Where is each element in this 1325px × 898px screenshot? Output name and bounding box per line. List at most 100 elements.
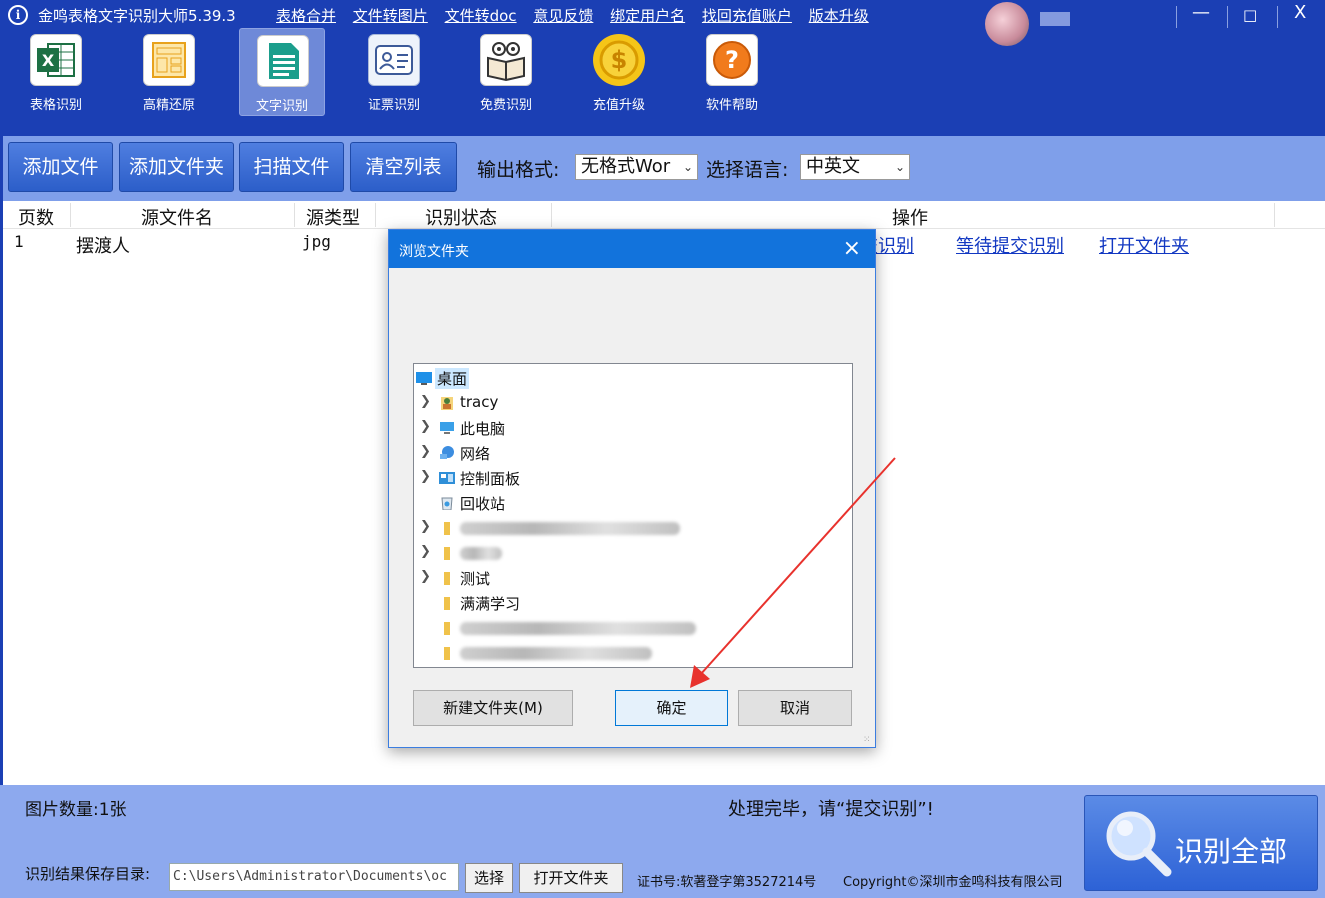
- scan-file-button[interactable]: 扫描文件: [239, 142, 344, 192]
- tool-recharge[interactable]: $ 充值升级: [576, 28, 662, 116]
- tool-help[interactable]: ? 软件帮助: [689, 28, 775, 116]
- save-dir-input[interactable]: C:\Users\Administrator\Documents\oc: [169, 863, 459, 891]
- certificate-number: 证书号:软著登字第3527214号: [637, 875, 817, 890]
- output-format-value: 无格式Wor: [581, 156, 671, 177]
- tree-item-label: 控制面板: [460, 470, 521, 488]
- tree-item-label: 测试: [460, 570, 491, 588]
- link-table-merge[interactable]: 表格合并: [276, 7, 336, 25]
- tool-certificate-recognition[interactable]: 证票识别: [351, 28, 437, 116]
- chevron-right-icon[interactable]: ❯: [420, 419, 431, 434]
- column-divider[interactable]: [1274, 203, 1275, 227]
- tool-high-precision[interactable]: 高精还原: [126, 28, 212, 116]
- chevron-right-icon[interactable]: ❯: [420, 394, 431, 409]
- open-save-folder-button[interactable]: 打开文件夹: [519, 863, 623, 893]
- browse-folder-dialog[interactable]: 浏览文件夹 × 桌面 ❯ tracy ❯ 此电脑 ❯ 网络 ❯ 控制面板 回收站…: [388, 229, 876, 748]
- tree-item-folder-blurred[interactable]: ❯: [414, 541, 852, 565]
- cancel-button[interactable]: 取消: [738, 690, 852, 726]
- column-header-page[interactable]: 页数: [18, 204, 54, 230]
- app-title: 金鸣表格文字识别大师5.39.3: [38, 7, 236, 25]
- recognize-all-label: 识别全部: [1175, 835, 1288, 868]
- chevron-right-icon[interactable]: ❯: [420, 519, 431, 534]
- language-select[interactable]: 中英文 ⌄: [800, 154, 910, 180]
- app-header: i 金鸣表格文字识别大师5.39.3 表格合并 文件转图片 文件转doc 意见反…: [0, 0, 1325, 136]
- ok-button[interactable]: 确定: [615, 690, 728, 726]
- blurred-label: [460, 522, 680, 535]
- control-panel-icon: [439, 472, 455, 484]
- dialog-title-bar[interactable]: 浏览文件夹 ×: [389, 230, 875, 268]
- tree-item-folder-blurred[interactable]: ❯: [414, 516, 852, 540]
- tree-item-study[interactable]: 满满学习: [414, 591, 852, 615]
- column-header-filename[interactable]: 源文件名: [141, 204, 213, 230]
- column-divider[interactable]: [294, 203, 295, 227]
- chevron-right-icon[interactable]: ❯: [420, 444, 431, 459]
- choose-dir-button[interactable]: 选择: [465, 863, 513, 893]
- tree-item-recycle-bin[interactable]: 回收站: [414, 491, 852, 515]
- tree-item-label: 桌面: [435, 368, 470, 389]
- clear-list-button[interactable]: 清空列表: [350, 142, 457, 192]
- link-file-to-doc[interactable]: 文件转doc: [445, 7, 517, 25]
- chevron-right-icon[interactable]: ❯: [420, 544, 431, 559]
- tree-item-test[interactable]: ❯ 测试: [414, 566, 852, 590]
- tree-item-folder-blurred[interactable]: [414, 641, 852, 665]
- status-message: 处理完毕，请“提交识别”!: [728, 799, 934, 820]
- link-feedback[interactable]: 意见反馈: [533, 7, 593, 25]
- waiting-submit-link[interactable]: 等待提交识别: [956, 232, 1064, 258]
- tool-free-recognition[interactable]: 免费识别: [463, 28, 549, 116]
- recycle-bin-icon: [441, 497, 453, 510]
- dialog-close-icon[interactable]: ×: [843, 236, 861, 261]
- maximize-button[interactable]: □: [1243, 6, 1257, 24]
- tree-item-folder-blurred[interactable]: [414, 616, 852, 640]
- window-separator: [1176, 6, 1177, 28]
- folder-tree[interactable]: 桌面 ❯ tracy ❯ 此电脑 ❯ 网络 ❯ 控制面板 回收站 ❯ ❯ ❯ 测…: [413, 363, 853, 668]
- app-info-icon[interactable]: i: [8, 5, 28, 25]
- open-folder-link[interactable]: 打开文件夹: [1099, 232, 1189, 258]
- chevron-down-icon: ⌄: [682, 160, 693, 174]
- recognize-all-button[interactable]: 识别全部: [1084, 795, 1318, 891]
- folder-icon: [444, 572, 450, 585]
- link-file-to-image[interactable]: 文件转图片: [353, 7, 428, 25]
- tree-item-label: tracy: [460, 393, 499, 411]
- window-border: [0, 136, 3, 898]
- username-blurred: [1040, 12, 1070, 26]
- column-header-actions[interactable]: 操作: [892, 204, 928, 230]
- link-recover-account[interactable]: 找回充值账户: [702, 7, 792, 25]
- avatar[interactable]: [985, 2, 1029, 46]
- minimize-button[interactable]: —: [1192, 2, 1210, 23]
- tree-item-tracy[interactable]: ❯ tracy: [414, 391, 852, 415]
- chevron-right-icon[interactable]: ❯: [420, 469, 431, 484]
- link-upgrade[interactable]: 版本升级: [809, 7, 869, 25]
- chevron-right-icon[interactable]: ❯: [420, 569, 431, 584]
- column-header-type[interactable]: 源类型: [306, 204, 360, 230]
- tree-item-this-pc[interactable]: ❯ 此电脑: [414, 416, 852, 440]
- image-count: 图片数量:1张: [25, 800, 127, 820]
- language-label: 选择语言:: [706, 159, 789, 181]
- tree-item-network[interactable]: ❯ 网络: [414, 441, 852, 465]
- top-links: 表格合并 文件转图片 文件转doc 意见反馈 绑定用户名 找回充值账户 版本升级: [276, 5, 881, 26]
- tree-item-control-panel[interactable]: ❯ 控制面板: [414, 466, 852, 490]
- column-divider[interactable]: [551, 203, 552, 227]
- column-divider[interactable]: [70, 203, 71, 227]
- add-file-button[interactable]: 添加文件: [8, 142, 113, 192]
- tool-table-recognition[interactable]: X 表格识别: [13, 28, 99, 116]
- add-folder-button[interactable]: 添加文件夹: [119, 142, 234, 192]
- tool-label: 软件帮助: [705, 98, 758, 113]
- dialog-title: 浏览文件夹: [399, 244, 469, 260]
- tool-label: 表格识别: [29, 98, 82, 113]
- output-format-select[interactable]: 无格式Wor ⌄: [575, 154, 698, 180]
- close-button[interactable]: X: [1294, 2, 1306, 23]
- tree-item-desktop[interactable]: 桌面: [414, 366, 852, 390]
- window-separator: [1227, 6, 1228, 28]
- tree-item-label: 满满学习: [460, 595, 521, 613]
- file-toolbar: 添加文件 添加文件夹 扫描文件 清空列表 输出格式: 无格式Wor ⌄ 选择语言…: [0, 136, 1325, 201]
- output-format-label: 输出格式:: [477, 159, 560, 181]
- tree-item-label: 回收站: [460, 495, 506, 513]
- tool-text-recognition[interactable]: 文字识别: [239, 28, 325, 116]
- svg-text:?: ?: [725, 46, 739, 74]
- column-header-status[interactable]: 识别状态: [425, 204, 497, 230]
- resize-grip-icon[interactable]: ⁙: [863, 735, 873, 745]
- folder-icon: [444, 522, 450, 535]
- new-folder-button[interactable]: 新建文件夹(M): [413, 690, 573, 726]
- column-divider[interactable]: [375, 203, 376, 227]
- language-value: 中英文: [806, 156, 860, 177]
- link-bind-username[interactable]: 绑定用户名: [610, 7, 685, 25]
